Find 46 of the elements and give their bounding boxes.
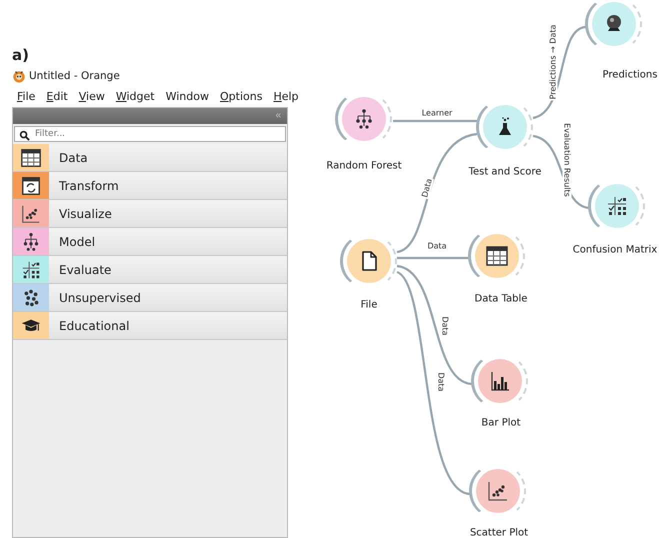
category-item[interactable]: Evaluate — [13, 256, 287, 284]
menu-item[interactable]: File — [17, 90, 36, 103]
category-label: Evaluate — [59, 262, 112, 276]
link-label: Data — [426, 242, 448, 250]
category-label: Unsupervised — [59, 290, 141, 304]
node-label: Confusion Matrix — [572, 244, 658, 256]
category-item[interactable]: Unsupervised — [13, 284, 287, 312]
menu-item[interactable]: Window — [166, 90, 209, 103]
table-icon — [20, 146, 42, 168]
node-label: Bar Plot — [481, 418, 521, 428]
app-logo-icon — [12, 69, 26, 83]
link-label: Predictions → Data — [548, 24, 558, 100]
link-label: Data — [436, 371, 446, 393]
connection-line — [397, 256, 469, 260]
node-label: Predictions — [602, 70, 658, 80]
menu-item[interactable]: Help — [273, 90, 299, 103]
figure-label: a) — [12, 46, 30, 64]
table-icon — [485, 244, 509, 268]
menu-item[interactable]: Widget — [116, 90, 155, 103]
category-label: Visualize — [59, 206, 112, 220]
node-label: Data Table — [474, 294, 528, 304]
node-label: Random Forest — [326, 160, 402, 172]
category-item[interactable]: Model — [13, 228, 287, 256]
category-item[interactable]: Educational — [13, 312, 287, 340]
link-label: Data — [440, 315, 450, 337]
node-label: Scatter Plot — [470, 528, 528, 538]
matrix-icon — [605, 194, 629, 218]
category-label: Transform — [59, 178, 119, 192]
link-label: Data — [420, 176, 434, 200]
category-label: Data — [59, 150, 88, 164]
category-item[interactable]: Visualize — [13, 200, 287, 228]
category-item[interactable]: Transform — [13, 172, 287, 200]
node-label: Test and Score — [468, 166, 542, 178]
link-label: Learner — [420, 108, 454, 118]
category-label: Educational — [59, 318, 130, 332]
filter-field[interactable]: Filter... — [14, 126, 286, 142]
scatter-plot-icon — [486, 479, 510, 503]
menu-item[interactable]: View — [78, 90, 105, 103]
menu-item[interactable]: Options — [220, 90, 262, 103]
window-title: Untitled - Orange — [29, 70, 120, 82]
menu-item[interactable]: Edit — [46, 90, 68, 103]
link-label: Evaluation Results — [562, 122, 572, 198]
category-item[interactable]: Data — [13, 144, 287, 172]
transform-icon — [20, 174, 42, 196]
category-label: Model — [59, 234, 96, 248]
node-label: File — [360, 300, 378, 310]
